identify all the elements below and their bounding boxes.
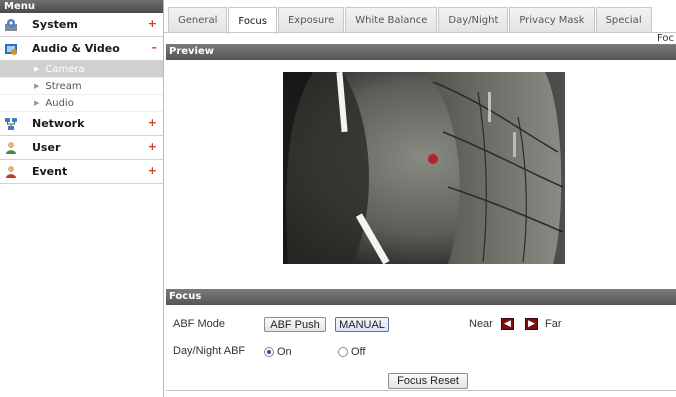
bullet-arrow-icon: ▶ bbox=[34, 65, 40, 73]
expand-icon[interactable]: + bbox=[148, 17, 157, 30]
far-label: Far bbox=[545, 318, 562, 330]
sidebar-item-event[interactable]: Event + bbox=[0, 160, 163, 184]
focus-far-arrow-icon[interactable]: ▶ bbox=[525, 318, 538, 330]
focus-near-arrow-icon[interactable]: ◀ bbox=[501, 318, 514, 330]
sidebar-subitem-audio[interactable]: ▶ Audio bbox=[0, 95, 163, 112]
tab-divider bbox=[164, 32, 676, 33]
bullet-arrow-icon: ▶ bbox=[34, 99, 40, 107]
collapse-icon[interactable]: – bbox=[152, 41, 158, 54]
focus-section-header: Focus bbox=[166, 289, 676, 305]
near-label: Near bbox=[469, 318, 493, 330]
sidebar-item-network[interactable]: Network + bbox=[0, 112, 163, 136]
sidebar-item-label: System bbox=[32, 18, 78, 31]
tab-general[interactable]: General bbox=[168, 7, 228, 33]
page-title-trail: Foc bbox=[656, 33, 674, 44]
expand-icon[interactable]: + bbox=[148, 164, 157, 177]
day-night-abf-on-radio[interactable] bbox=[264, 347, 274, 357]
content-bottom-border bbox=[166, 390, 676, 391]
sidebar-item-user[interactable]: User + bbox=[0, 136, 163, 160]
camera-preview-image bbox=[283, 72, 565, 264]
sidebar-subitem-camera[interactable]: ▶ Camera bbox=[0, 61, 163, 78]
user-icon bbox=[6, 142, 16, 154]
sidebar-subitem-label: Audio bbox=[45, 97, 74, 109]
tab-special[interactable]: Special bbox=[595, 7, 652, 33]
audio-video-icon bbox=[5, 44, 17, 55]
abf-mode-label: ABF Mode bbox=[173, 318, 225, 330]
sidebar-subitem-label: Camera bbox=[45, 63, 85, 75]
tab-day-night[interactable]: Day/Night bbox=[438, 7, 509, 33]
sidebar-item-label: Network bbox=[32, 117, 85, 130]
tab-privacy-mask[interactable]: Privacy Mask bbox=[509, 7, 595, 33]
network-icon bbox=[5, 118, 17, 130]
sidebar-item-label: User bbox=[32, 141, 61, 154]
sidebar-item-system[interactable]: System + bbox=[0, 13, 163, 37]
manual-button[interactable]: MANUAL bbox=[335, 317, 389, 332]
focus-reset-button[interactable]: Focus Reset bbox=[388, 373, 468, 389]
abf-push-button[interactable]: ABF Push bbox=[264, 317, 326, 332]
tab-exposure[interactable]: Exposure bbox=[277, 7, 345, 33]
preview-section-header: Preview bbox=[166, 44, 676, 60]
sidebar-subitem-label: Stream bbox=[45, 80, 82, 92]
tab-white-balance[interactable]: White Balance bbox=[345, 7, 438, 33]
event-icon bbox=[6, 166, 16, 178]
sidebar-item-audio-video[interactable]: Audio & Video – bbox=[0, 37, 163, 61]
bullet-arrow-icon: ▶ bbox=[34, 82, 40, 90]
expand-icon[interactable]: + bbox=[148, 140, 157, 153]
sidebar-item-label: Event bbox=[32, 165, 68, 178]
sidebar-header: Menu bbox=[0, 0, 163, 13]
sidebar-item-label: Audio & Video bbox=[32, 42, 120, 55]
day-night-abf-label: Day/Night ABF bbox=[173, 345, 246, 357]
tab-bar: General Focus Exposure White Balance Day… bbox=[164, 0, 676, 34]
camera-scene-graphic bbox=[283, 72, 565, 264]
tab-focus[interactable]: Focus bbox=[228, 7, 277, 34]
off-label: Off bbox=[351, 346, 366, 358]
on-label: On bbox=[277, 346, 292, 358]
expand-icon[interactable]: + bbox=[148, 116, 157, 129]
day-night-abf-off-radio[interactable] bbox=[338, 347, 348, 357]
sidebar-subitem-stream[interactable]: ▶ Stream bbox=[0, 78, 163, 95]
system-icon bbox=[5, 19, 17, 31]
sidebar: Menu System + Audio & Video – ▶ Camera ▶… bbox=[0, 0, 164, 397]
